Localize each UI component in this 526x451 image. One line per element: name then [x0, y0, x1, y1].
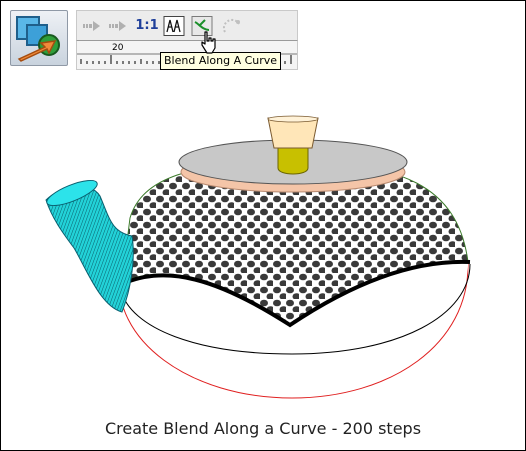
- prev-blend-icon[interactable]: [81, 16, 103, 36]
- blend-tool-icon[interactable]: [10, 10, 68, 66]
- caption: Create Blend Along a Curve - 200 steps: [104, 419, 422, 438]
- lid-knob-stem: [277, 147, 309, 175]
- tile-blend-icon[interactable]: [163, 16, 185, 36]
- one-to-one-button[interactable]: 1:1: [135, 16, 159, 36]
- teapot-illustration: [45, 115, 471, 399]
- next-blend-icon[interactable]: [107, 16, 129, 36]
- blend-toolbar: 1:1: [76, 10, 298, 41]
- tooltip: Blend Along A Curve: [160, 52, 282, 70]
- cursor-icon: [201, 31, 216, 54]
- lid-knob: [267, 117, 319, 149]
- remove-blend-icon[interactable]: [221, 16, 243, 36]
